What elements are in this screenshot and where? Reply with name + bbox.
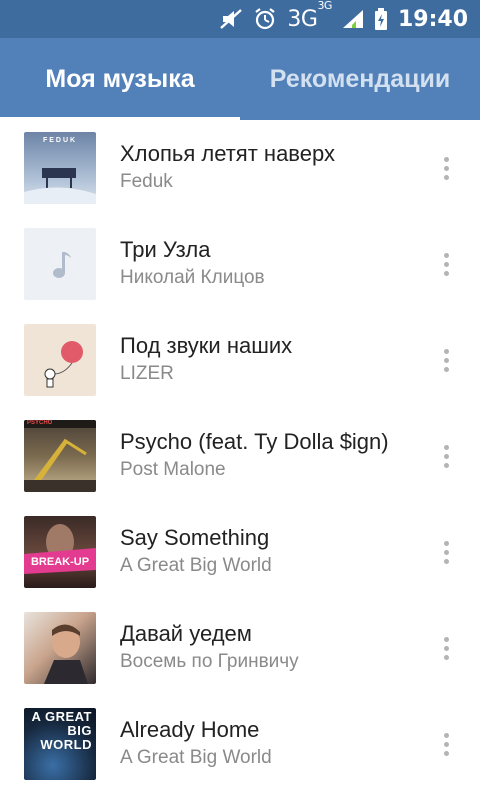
clock: 19:40 [397, 6, 468, 32]
track-title: Хлопья летят наверх [120, 141, 335, 166]
track-title: Already Home [120, 717, 260, 742]
tab-label: Рекомендации [269, 64, 451, 93]
track-artist: A Great Big World [120, 555, 272, 576]
track-row[interactable]: Давай уедем Восемь по Гринвичу [0, 600, 480, 696]
music-note-icon [53, 252, 71, 278]
track-row[interactable]: Под звуки наших LIZER [0, 312, 480, 408]
tab-bar: Моя музыка Рекомендации [0, 38, 480, 120]
more-options-icon[interactable] [434, 148, 458, 188]
track-row[interactable]: Три Узла Николай Клицов [0, 216, 480, 312]
album-cover [24, 612, 96, 684]
track-title: Под звуки наших [120, 333, 293, 358]
more-options-icon[interactable] [434, 628, 458, 668]
track-title: Давай уедем [120, 621, 252, 646]
track-artist: Восемь по Гринвичу [120, 651, 299, 672]
album-cover: BREAK-UP [24, 516, 96, 588]
album-cover [24, 228, 96, 300]
track-title: Три Узла [120, 237, 211, 262]
track-title: Say Something [120, 525, 270, 550]
track-row[interactable]: BREAK-UP Say Something A Great Big World [0, 504, 480, 600]
alarm-icon [253, 7, 277, 31]
track-artist: Николай Клицов [120, 267, 265, 288]
track-artist: Post Malone [120, 459, 226, 480]
cover-text: PSYCHO [27, 420, 53, 426]
track-artist: Feduk [120, 171, 173, 192]
more-options-icon[interactable] [434, 340, 458, 380]
album-cover: FEDUK [24, 132, 96, 204]
track-artist: LIZER [120, 363, 174, 384]
track-title: Psycho (feat. Ty Dolla $ign) [120, 429, 389, 454]
album-cover [24, 324, 96, 396]
tab-my-music[interactable]: Моя музыка [0, 38, 240, 120]
mute-icon [219, 8, 243, 30]
more-options-icon[interactable] [434, 532, 458, 572]
track-artist: A Great Big World [120, 747, 272, 768]
network-indicator: 3G3G [287, 0, 332, 32]
more-options-icon[interactable] [434, 244, 458, 284]
more-options-icon[interactable] [434, 724, 458, 764]
cover-text: A GREAT BIG WORLD [31, 709, 92, 752]
signal-icon [342, 9, 364, 29]
status-bar: 3G3G 19:40 [0, 0, 480, 38]
battery-icon [374, 8, 388, 30]
track-row[interactable]: PSYCHO Psycho (feat. Ty Dolla $ign) Post… [0, 408, 480, 504]
album-cover: A GREAT BIG WORLD [24, 708, 96, 780]
track-row[interactable]: A GREAT BIG WORLD Already Home A Great B… [0, 696, 480, 792]
cover-text: FEDUK [42, 137, 78, 144]
album-cover: PSYCHO [24, 420, 96, 492]
track-row[interactable]: FEDUK Хлопья летят наверх Feduk [0, 120, 480, 216]
track-list: FEDUK Хлопья летят наверх Feduk Три Узла… [0, 120, 480, 792]
tab-label: Моя музыка [45, 64, 195, 93]
more-options-icon[interactable] [434, 436, 458, 476]
cover-text: BREAK-UP [30, 556, 90, 568]
tab-recommendations[interactable]: Рекомендации [240, 38, 480, 120]
